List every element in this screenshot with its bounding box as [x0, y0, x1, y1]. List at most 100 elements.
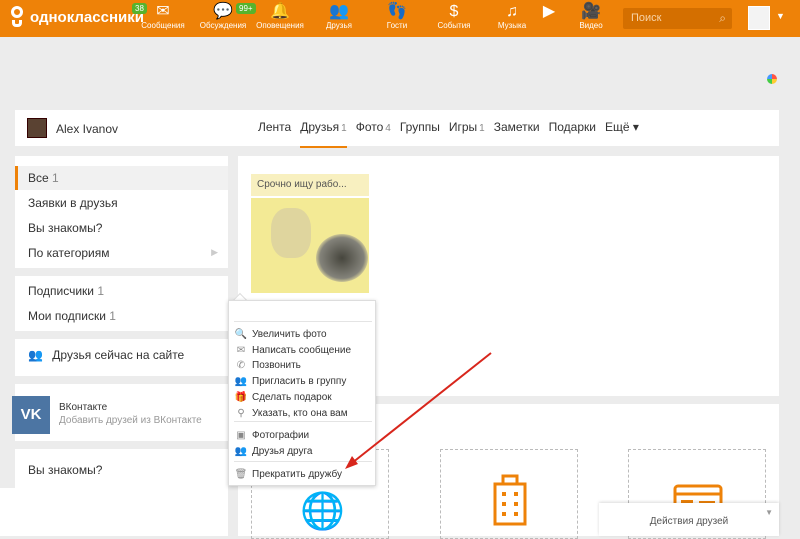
menu-item-2[interactable]: ✆ Позвонить — [234, 358, 301, 373]
menu-item-label: Сделать подарок — [252, 392, 332, 403]
nav-item-5[interactable]: $ События — [426, 3, 482, 30]
chevron-down-icon[interactable]: ▼ — [765, 508, 773, 517]
friends-icon: 👥 — [28, 348, 43, 362]
nav-item-label: Гости — [386, 21, 408, 30]
nav-item-label: Друзья — [326, 21, 352, 30]
profile-avatar[interactable] — [27, 118, 47, 138]
sidebar-item-by-category[interactable]: По категориям ▶ — [15, 241, 228, 265]
menu-item-label: Прекратить дружбу — [252, 469, 343, 480]
profile-bar: Alex Ivanov Лента Друзья 1 Фото 4 Группы Игры 1… — [15, 110, 779, 148]
friend-photo[interactable] — [251, 198, 369, 293]
profile-tab-6[interactable]: Подарки — [549, 120, 596, 148]
sidebar-item-requests[interactable]: Заявки в друзья — [15, 191, 228, 215]
profile-tab-label: Друзья — [300, 120, 340, 134]
globe-icon: 🌐 — [300, 490, 345, 531]
profile-tab-3[interactable]: Группы — [400, 120, 440, 148]
divider — [15, 376, 228, 384]
friends-actions-label: Действия друзей — [649, 516, 729, 527]
profile-tab-0[interactable]: Лента — [258, 120, 291, 148]
search-input[interactable]: Поиск ⌕ — [623, 8, 732, 29]
divider — [15, 331, 228, 339]
profile-tab-count: 1 — [341, 123, 347, 134]
profile-tab-label: Лента — [258, 120, 292, 134]
menu-item-label: Написать сообщение — [252, 345, 352, 356]
menu-item-0[interactable]: 🔍 Увеличить фото — [234, 327, 327, 342]
menu-item-label: Фотографии — [252, 430, 310, 441]
profile-tab-label: Фото — [355, 120, 384, 134]
sidebar-item-label: Мои подписки — [28, 309, 106, 323]
logo-text: одноклассники — [30, 8, 144, 26]
sidebar-item-label: Заявки в друзья — [28, 196, 118, 210]
nav-item-1[interactable]: 💬 Обсуждения 99+ — [195, 3, 256, 30]
menu-item-5[interactable]: ⚲ Указать, кто она вам — [234, 406, 347, 421]
profile-tab-1[interactable]: Друзья 1 — [300, 120, 347, 148]
profile-tab-4[interactable]: Игры 1 — [449, 120, 485, 148]
nav-item-8[interactable]: 🎥 Видео — [563, 3, 619, 30]
search-placeholder: Поиск — [631, 12, 662, 24]
gift-icon: 🎁 — [234, 392, 248, 403]
suggestion-card-work[interactable] — [440, 449, 578, 539]
nav-item-4[interactable]: 👣 Гости — [369, 3, 425, 30]
sidebar-item-label: По категориям — [28, 246, 110, 260]
menu-item-1[interactable]: ✉ Написать сообщение — [234, 343, 351, 358]
nav-item-3[interactable]: 👥 Друзья — [311, 3, 367, 30]
profile-tab-2[interactable]: Фото 4 — [356, 120, 391, 148]
vk-title: ВКонтакте — [59, 402, 108, 413]
nav-item-2[interactable]: 🔔 Оповещения — [252, 3, 308, 30]
profile-tab-label: Заметки — [493, 120, 540, 134]
sidebar-item-label: Все — [28, 171, 49, 185]
profile-tab-7[interactable]: Ещё ▾ — [605, 120, 639, 148]
menu-item-6[interactable]: ▣ Фотографии — [234, 428, 309, 443]
menu-item-8[interactable]: 🗑 Прекратить дружбу — [234, 467, 342, 482]
friend-card[interactable]: Срочно ищу рабо... — [251, 174, 369, 293]
sidebar-item-all[interactable]: Все 1 — [15, 166, 228, 190]
friends-actions-panel[interactable]: Действия друзей ▼ — [599, 503, 779, 536]
nav-item-label: Оповещения — [256, 21, 304, 30]
sidebar-item-my-subscriptions[interactable]: Мои подписки 1 — [15, 304, 228, 328]
friend-name[interactable]: Срочно ищу рабо... — [251, 174, 369, 196]
menu-divider — [234, 321, 372, 322]
divider — [15, 268, 228, 276]
menu-divider — [234, 421, 372, 422]
nav-item-label: Обсуждения — [199, 21, 247, 30]
profile-tab-count: 1 — [479, 123, 485, 134]
profile-tab-5[interactable]: Заметки — [494, 120, 540, 148]
chevron-down-icon[interactable]: ▼ — [776, 11, 785, 21]
sidebar-item-subscribers[interactable]: Подписчики 1 — [15, 279, 228, 303]
profile-tab-label: Ещё ▾ — [604, 120, 639, 134]
chevron-right-icon: ▶ — [211, 247, 218, 257]
events-icon: $ — [449, 3, 459, 20]
profile-tab-count: 4 — [385, 123, 391, 134]
left-edge-panel — [0, 488, 15, 536]
notification-badge: 38 — [132, 3, 147, 14]
photos-icon: ▣ — [236, 430, 246, 441]
menu-item-7[interactable]: 👥 Друзья друга — [234, 444, 313, 459]
sidebar-item-count: 1 — [97, 284, 105, 298]
menu-item-3[interactable]: 👥 Пригласить в группу — [234, 374, 347, 389]
profile-tab-label: Игры — [448, 120, 478, 134]
friends-icon: 👥 — [234, 446, 248, 457]
profile-name[interactable]: Alex Ivanov — [56, 122, 118, 136]
sidebar-item-online-friends[interactable]: 👥 Друзья сейчас на сайте — [15, 343, 228, 367]
nav-item-0[interactable]: ✉ Сообщения 38 — [132, 3, 191, 30]
menu-item-label: Позвонить — [252, 360, 301, 371]
menu-item-4[interactable]: 🎁 Сделать подарок — [234, 390, 332, 405]
site-logo[interactable]: одноклассники — [10, 6, 144, 28]
sidebar-item-label: Подписчики — [28, 284, 95, 298]
color-theme-icon[interactable] — [767, 74, 777, 84]
user-avatar[interactable] — [748, 6, 770, 30]
building-icon — [493, 474, 527, 526]
sidebar-item-maybe-know[interactable]: Вы знакомы? — [15, 216, 228, 240]
envelope-icon: ✉ — [236, 345, 246, 356]
sidebar-item-count: 1 — [52, 171, 59, 185]
bell-icon: 🔔 — [270, 3, 290, 20]
profile-tab-label: Группы — [399, 120, 440, 134]
sidebar-item-maybe-know-2[interactable]: Вы знакомы? — [15, 458, 228, 482]
phone-icon: ✆ — [236, 360, 246, 371]
trash-icon: 🗑 — [234, 469, 248, 480]
video-camera-icon: 🎥 — [581, 3, 601, 20]
search-icon[interactable]: ⌕ — [719, 11, 726, 26]
friends-sidebar: Все 1 Заявки в друзья Вы знакомы? По кат… — [15, 156, 228, 536]
nav-item-label: Видео — [579, 21, 603, 30]
sidebar-item-count: 1 — [109, 309, 116, 323]
